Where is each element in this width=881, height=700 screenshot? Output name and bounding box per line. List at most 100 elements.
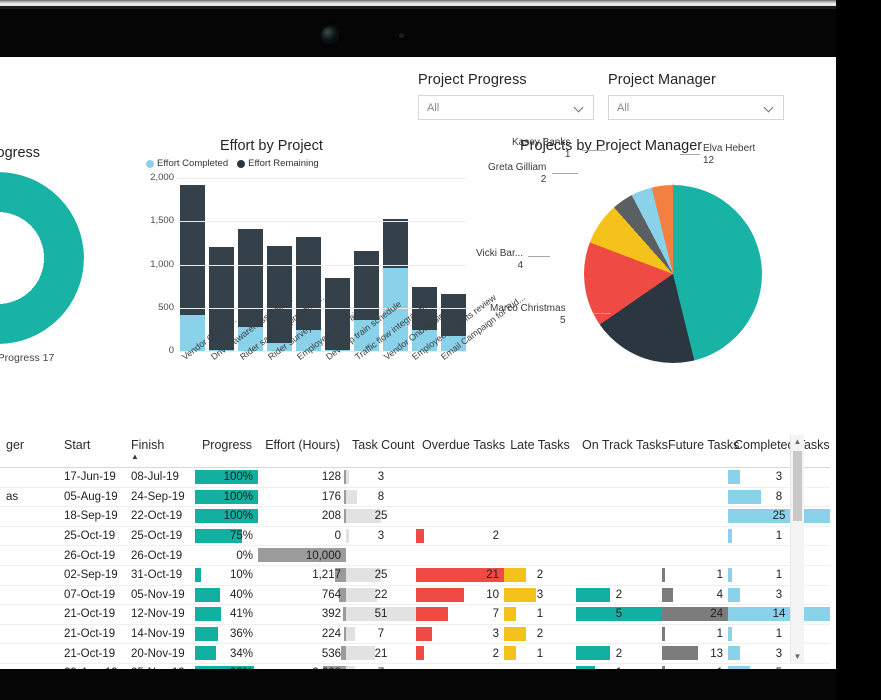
cell-progress[interactable]: 40% — [195, 585, 258, 606]
cell-late-tasks[interactable]: 1 — [504, 604, 576, 625]
cell-progress[interactable]: 41% — [195, 604, 258, 625]
bar-column[interactable] — [180, 184, 205, 351]
cell-late-tasks[interactable] — [504, 526, 576, 547]
cell-task-count[interactable]: 3 — [346, 526, 416, 547]
cell-overdue-tasks[interactable] — [416, 467, 504, 488]
cell-task-count[interactable]: 21 — [346, 643, 416, 664]
table-header-finish[interactable]: Finish ▲ — [125, 435, 195, 468]
cell-effort[interactable]: 0 — [258, 526, 346, 547]
cell-future-tasks[interactable]: 1 — [662, 565, 728, 586]
cell-effort[interactable]: 224 — [258, 624, 346, 645]
cell-overdue-tasks[interactable]: 21 — [416, 565, 504, 586]
cell-overdue-tasks[interactable]: 2 — [416, 643, 504, 664]
cell-future-tasks[interactable] — [662, 506, 728, 527]
table-header-task_count[interactable]: Task Count — [346, 435, 416, 468]
cell-completed-tasks[interactable]: 1 — [728, 526, 830, 547]
cell-task-count[interactable]: 25 — [346, 565, 416, 586]
cell-effort[interactable]: 10,000 — [258, 545, 346, 566]
table-row[interactable]: 18-Sep-19 22-Oct-19 100% 208 25 25 — [0, 506, 830, 527]
table-header-manager[interactable]: ger — [0, 435, 58, 468]
cell-late-tasks[interactable] — [504, 467, 576, 488]
cell-progress[interactable]: 10% — [195, 565, 258, 586]
cell-on-track-tasks[interactable] — [576, 545, 662, 566]
table-header-effort[interactable]: Effort (Hours) — [258, 435, 346, 468]
cell-future-tasks[interactable]: 4 — [662, 585, 728, 606]
cell-on-track-tasks[interactable] — [576, 526, 662, 547]
cell-overdue-tasks[interactable] — [416, 506, 504, 527]
cell-late-tasks[interactable] — [504, 506, 576, 527]
cell-effort[interactable]: 536 — [258, 643, 346, 664]
cell-on-track-tasks[interactable] — [576, 467, 662, 488]
cell-progress[interactable]: 93% — [195, 663, 258, 669]
cell-overdue-tasks[interactable]: 7 — [416, 604, 504, 625]
cell-effort[interactable]: 392 — [258, 604, 346, 625]
cell-effort[interactable]: 128 — [258, 467, 346, 488]
project-manager-dropdown[interactable]: All — [608, 95, 784, 120]
cell-late-tasks[interactable]: 1 — [504, 643, 576, 664]
cell-future-tasks[interactable]: 24 — [662, 604, 728, 625]
table-row[interactable]: 29-Aug-1925-Nov-1993%2,6087115 — [0, 663, 830, 669]
table-header-on_track[interactable]: On Track Tasks — [576, 435, 668, 468]
cell-task-count[interactable]: 7 — [346, 663, 416, 669]
cell-overdue-tasks[interactable] — [416, 545, 504, 566]
cell-on-track-tasks[interactable] — [576, 624, 662, 645]
table-row[interactable]: 21-Oct-19 14-Nov-19 36% 224 7 3 2 1 1 — [0, 624, 830, 645]
table-row[interactable]: 25-Oct-19 25-Oct-19 75% 0 3 2 1 — [0, 526, 830, 547]
cell-completed-tasks[interactable]: 3 — [728, 643, 830, 664]
bar-segment-effort-remaining[interactable] — [238, 229, 263, 327]
cell-progress[interactable]: 100% — [195, 506, 258, 527]
cell-future-tasks[interactable]: 1 — [662, 663, 728, 669]
cell-task-count[interactable]: 7 — [346, 624, 416, 645]
cell-late-tasks[interactable]: 2 — [504, 624, 576, 645]
cell-overdue-tasks[interactable]: 3 — [416, 624, 504, 645]
cell-future-tasks[interactable] — [662, 526, 728, 547]
effort-by-project-chart[interactable]: Effort by Project Effort Completed Effor… — [140, 130, 527, 435]
cell-effort[interactable]: 1,217 — [258, 565, 346, 586]
cell-progress[interactable]: 75% — [195, 526, 258, 547]
cell-effort[interactable]: 208 — [258, 506, 346, 527]
bar-segment-effort-remaining[interactable] — [354, 250, 379, 321]
table-header-progress[interactable]: Progress — [195, 435, 258, 468]
cell-late-tasks[interactable]: 2 — [504, 565, 576, 586]
cell-task-count[interactable]: 51 — [346, 604, 416, 625]
table-row[interactable]: 21-Oct-19 12-Nov-19 41% 392 51 7 1 5 24 14 — [0, 604, 830, 625]
cell-late-tasks[interactable] — [504, 545, 576, 566]
cell-future-tasks[interactable] — [662, 467, 728, 488]
table-row[interactable]: 02-Sep-19 31-Oct-19 10% 1,217 25 21 2 1 1 — [0, 565, 830, 586]
cell-progress[interactable]: 36% — [195, 624, 258, 645]
cell-on-track-tasks[interactable]: 1 — [576, 663, 662, 669]
cell-task-count[interactable]: 3 — [346, 467, 416, 488]
cell-on-track-tasks[interactable] — [576, 506, 662, 527]
legend-item-effort-remaining[interactable]: Effort Remaining — [237, 158, 319, 169]
cell-task-count[interactable]: 8 — [346, 487, 416, 508]
cell-effort[interactable]: 764 — [258, 585, 346, 606]
bar-segment-effort-remaining[interactable] — [383, 218, 408, 268]
table-row[interactable]: 21-Oct-19 20-Nov-19 34% 536 21 2 1 2 13 3 — [0, 643, 830, 664]
cell-on-track-tasks[interactable]: 5 — [576, 604, 662, 625]
cell-on-track-tasks[interactable]: 2 — [576, 643, 662, 664]
cell-effort[interactable]: 176 — [258, 487, 346, 508]
cell-completed-tasks[interactable]: 3 — [728, 467, 830, 488]
cell-future-tasks[interactable] — [662, 487, 728, 508]
cell-on-track-tasks[interactable] — [576, 565, 662, 586]
cell-overdue-tasks[interactable] — [416, 663, 504, 669]
projects-by-manager-chart[interactable]: Projects by Project Manager Elva Hebert 1… — [470, 130, 836, 435]
cell-future-tasks[interactable]: 1 — [662, 624, 728, 645]
table-row[interactable]: as 05-Aug-19 24-Sep-19 100% 176 8 8 — [0, 487, 830, 508]
cell-effort[interactable]: 2,608 — [258, 663, 346, 669]
table-header-completed[interactable]: Completed Tasks — [728, 435, 830, 468]
cell-completed-tasks[interactable]: 14 — [728, 604, 830, 625]
cell-completed-tasks[interactable]: 1 — [728, 565, 830, 586]
cell-task-count[interactable]: 22 — [346, 585, 416, 606]
cell-task-count[interactable]: 25 — [346, 506, 416, 527]
cell-progress[interactable]: 34% — [195, 643, 258, 664]
cell-completed-tasks[interactable]: 3 — [728, 585, 830, 606]
chevron-up-icon[interactable]: ▲ — [791, 435, 804, 448]
cell-on-track-tasks[interactable] — [576, 487, 662, 508]
cell-completed-tasks[interactable] — [728, 545, 830, 566]
table-header-overdue[interactable]: Overdue Tasks — [416, 435, 505, 468]
cell-completed-tasks[interactable]: 1 — [728, 624, 830, 645]
cell-overdue-tasks[interactable]: 2 — [416, 526, 504, 547]
table-row[interactable]: 17-Jun-19 08-Jul-19 100% 128 3 3 — [0, 467, 830, 488]
bar-segment-effort-remaining[interactable] — [180, 184, 205, 315]
